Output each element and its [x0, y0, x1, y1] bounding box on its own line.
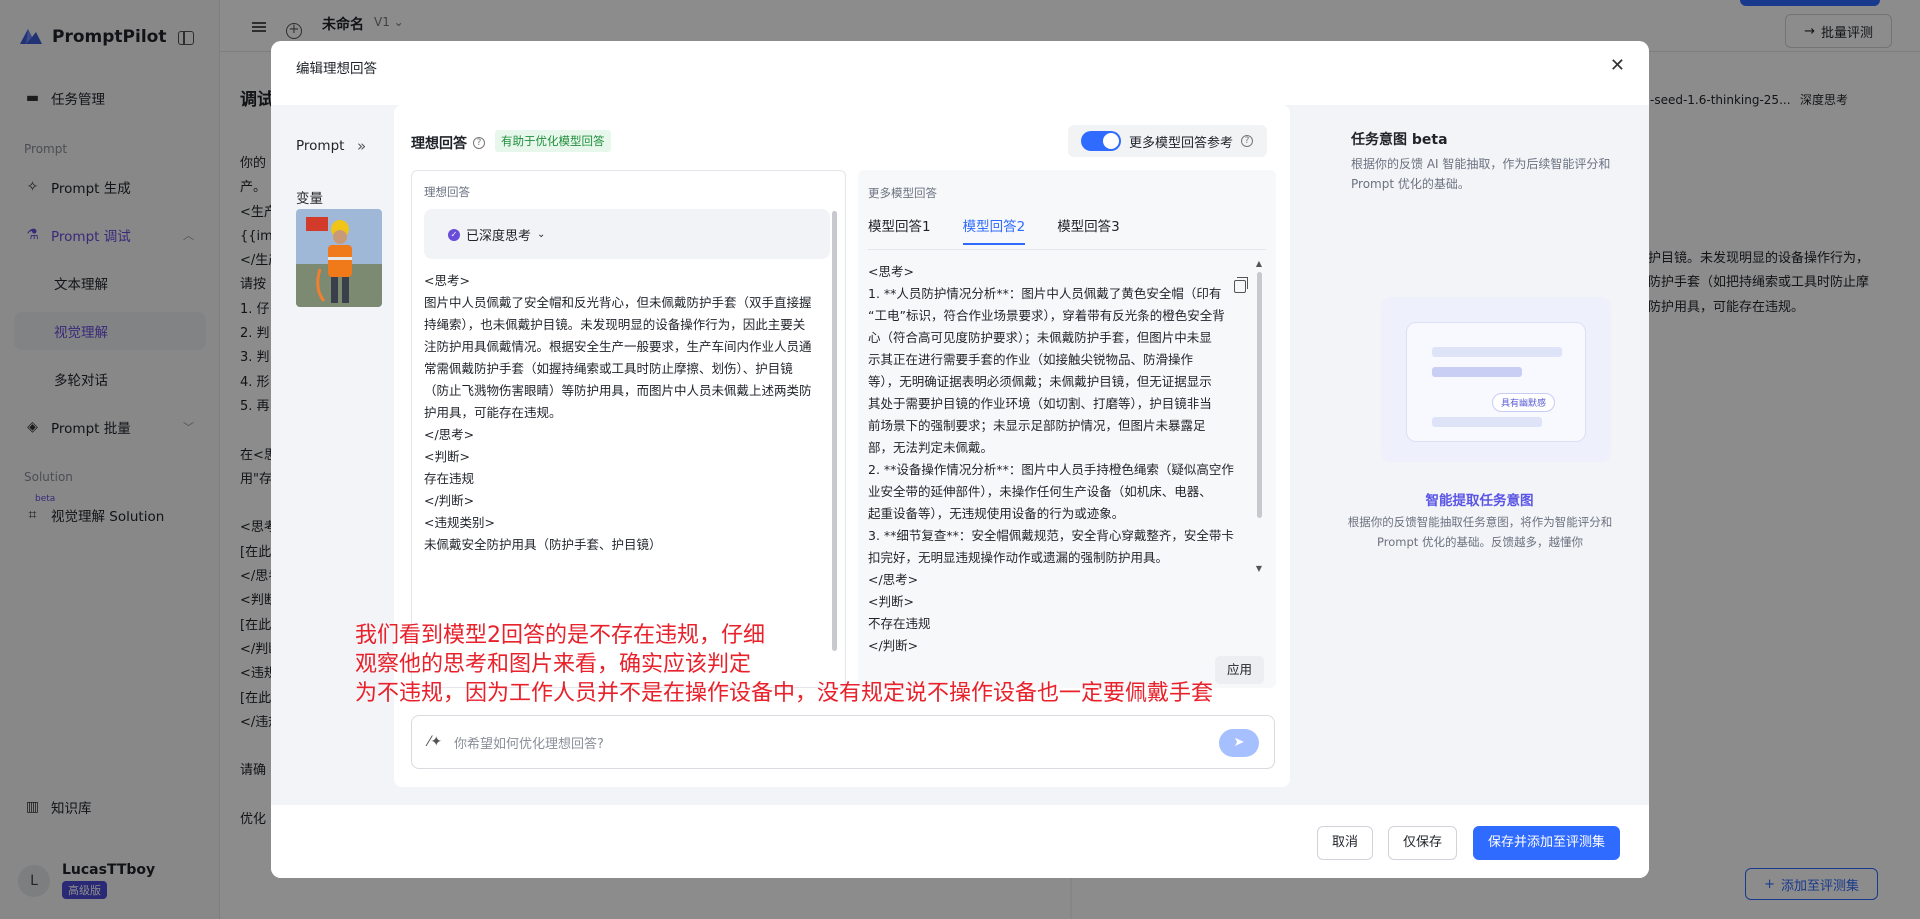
task-intent-illustration: 具有幽默感 [1381, 297, 1611, 462]
magic-wand-icon: ⁄✦ [428, 734, 443, 750]
more-line: 其处于需要护目镜的作业环境（如切割、打磨等），护目镜非当 [868, 396, 1212, 411]
ideal-answer-heading-label: 理想回答 [411, 136, 467, 152]
save-only-button[interactable]: 仅保存 [1388, 826, 1458, 860]
more-line: </思考> [868, 572, 919, 587]
save-and-add-button[interactable]: 保存并添加至评测集 [1473, 826, 1621, 860]
help-icon[interactable]: ? [1241, 135, 1253, 147]
ideal-answer-box[interactable]: 理想回答 ✓ 已深度思考 ⌄ <思考> 图片中人员佩戴了安全帽和反光背心，但未佩戴… [411, 170, 846, 688]
more-line: 起重设备等），无违规使用设备的行为或迹象。 [868, 506, 1125, 521]
more-line: 示其正在进行需要手套的作业（如接触尖锐物品、防滑操作 [868, 352, 1194, 367]
task-intent-subtext: 根据你的反馈智能抽取任务意图，将作为智能评分和 Prompt 优化的基础。反馈越… [1347, 515, 1613, 549]
help-icon[interactable]: ? [473, 137, 485, 149]
more-line: 2. **设备操作情况分析**：图片中人员手持橙色绳索（疑似高空作 [868, 462, 1234, 477]
task-intent-title: 任务意图 beta [1351, 132, 1448, 148]
edit-ideal-answer-modal: 编辑理想回答 ✕ Prompt » 变量 理想回答 ? 有助于优化模型回答 更多… [271, 41, 1649, 878]
variable-image-thumbnail[interactable] [296, 209, 382, 307]
ideal-line: </思考> [424, 427, 475, 442]
red-annotation-text: 我们看到模型2回答的是不存在违规，仔细 观察他的思考和图片来看，确实应该判定为不违… [355, 621, 1213, 708]
ideal-answer-heading: 理想回答 ? [411, 133, 485, 153]
more-line: 部，无法判定未佩戴。 [868, 440, 994, 455]
close-icon[interactable]: ✕ [1610, 55, 1625, 76]
ideal-line: 护用具，可能存在违规。 [424, 405, 562, 420]
modal-title: 编辑理想回答 [296, 61, 377, 77]
tabs-divider [868, 249, 1266, 250]
deep-thinking-collapse[interactable]: ✓ 已深度思考 ⌄ [424, 209, 830, 259]
ideal-line: （防止飞溅物伤害眼睛）等防护用具，而图片中人员未佩戴上述两类防 [424, 383, 812, 398]
intent-chip: 具有幽默感 [1492, 393, 1556, 412]
more-model-answers-box: 更多模型回答 模型回答1 模型回答2 模型回答3 <思考> 1. **人员防护情况… [858, 170, 1276, 688]
more-line: 1. **人员防护情况分析**：图片中人员佩戴了黄色安全帽（印有 [868, 286, 1222, 301]
more-model-answers-switch[interactable] [1080, 131, 1121, 151]
tab-model-answer-3[interactable]: 模型回答3 [1057, 215, 1120, 245]
worker-photo [296, 209, 382, 307]
more-line: 心（符合高可见度防护要求）；未佩戴防护手套，但图片中未显 [868, 330, 1212, 345]
ideal-line: 图片中人员佩戴了安全帽和反光背心，但未佩戴防护手套（双手直接握 [424, 295, 812, 310]
annotation-line: 我们看到模型2回答的是不存在违规，仔细 [355, 623, 765, 648]
helpful-tag: 有助于优化模型回答 [495, 130, 611, 152]
annotation-line: 为不违规，因为工作人员并不是在操作设备中，没有规定说不操作设备也一定要佩戴手套 [355, 681, 1214, 706]
ideal-answer-text[interactable]: <思考> 图片中人员佩戴了安全帽和反光背心，但未佩戴防护手套（双手直接握 持绳索），… [424, 270, 834, 556]
thinking-status-label: 已深度思考 [466, 229, 532, 244]
model-answer-scrollbar[interactable] [1257, 272, 1262, 518]
optimize-placeholder: 你希望如何优化理想回答? [454, 737, 604, 752]
send-button[interactable]: ➤ [1219, 729, 1259, 757]
send-icon: ➤ [1233, 735, 1245, 750]
more-line: 扣完好，无明显违规操作动作或遗漏的强制防护用具。 [868, 550, 1169, 565]
more-line: <思考> [868, 264, 914, 279]
more-line: 等），无明确证据表明必须佩戴；未佩戴护目镜，但无证据显示 [868, 374, 1212, 389]
cancel-button[interactable]: 取消 [1317, 826, 1374, 860]
toggle-label: 更多模型回答参考 [1128, 135, 1233, 151]
scroll-down-icon[interactable]: ▼ [1256, 564, 1262, 573]
variables-label: 变量 [296, 191, 323, 207]
more-line: <判断> [868, 594, 914, 609]
more-answers-box-label: 更多模型回答 [868, 186, 937, 200]
ideal-line: 常需佩戴防护手套（如握持绳索或工具时防止摩擦、划伤）、护目镜 [424, 361, 793, 376]
illustration-card: 具有幽默感 [1406, 322, 1586, 442]
tab-model-answer-2[interactable]: 模型回答2 [962, 215, 1026, 245]
ideal-line: 未佩戴安全防护用具（防护手套、护目镜） [424, 537, 662, 552]
ideal-line: <判断> [424, 449, 470, 464]
tab-model-answer-1[interactable]: 模型回答1 [868, 215, 931, 245]
ideal-line: 注防护用具佩戴情况。根据安全生产一般要求，生产车间内作业人员通 [424, 339, 812, 354]
model-answer-tabs: 模型回答1 模型回答2 模型回答3 [868, 215, 1152, 245]
ideal-answer-box-label: 理想回答 [424, 185, 470, 199]
ideal-scrollbar[interactable] [832, 211, 837, 651]
extract-task-intent-link[interactable]: 智能提取任务意图 [1310, 489, 1649, 509]
more-line: 3. **细节复查**：安全帽佩戴规范，安全背心穿戴整齐，安全带卡 [868, 528, 1234, 543]
more-line: “工电”标识，符合作业场景要求），穿着带有反光条的橙色安全背 [868, 308, 1225, 323]
more-model-answers-toggle-box: 更多模型回答参考 ? [1067, 125, 1267, 157]
ideal-line: 持绳索），也未佩戴护目镜。未发现明显的设备操作行为，因此主要关 [424, 317, 806, 332]
chevron-down-icon: ⌄ [537, 229, 546, 240]
task-intent-panel: 任务意图 beta 根据你的反馈 AI 智能抽取，作为后续智能评分和 Promp… [1310, 105, 1649, 805]
ideal-line: <思考> [424, 273, 470, 288]
ideal-line: <违规类别> [424, 515, 495, 530]
ideal-line: 存在违规 [424, 471, 475, 486]
ideal-line: </判断> [424, 493, 475, 508]
expand-double-chevron-icon[interactable]: » [357, 137, 366, 155]
scroll-up-icon[interactable]: ▲ [1256, 259, 1262, 268]
more-line: 业安全带的延伸部件），未操作任何生产设备（如机床、电器、 [868, 484, 1212, 499]
check-circle-icon: ✓ [448, 228, 460, 241]
task-intent-desc: 根据你的反馈 AI 智能抽取，作为后续智能评分和 Prompt 优化的基础。 [1351, 157, 1611, 191]
apply-button[interactable]: 应用 [1214, 656, 1264, 684]
annotation-line: 观察他的思考和图片来看，确实应该判定 [355, 652, 752, 677]
prompt-label: Prompt [296, 138, 345, 154]
model-answer-text: <思考> 1. **人员防护情况分析**：图片中人员佩戴了黄色安全帽（印有 “工电”… [868, 261, 1248, 657]
more-line: 前场景下的强制要求；未显示足部防护情况，但图片未暴露足 [868, 418, 1206, 433]
optimize-input[interactable]: ⁄✦ 你希望如何优化理想回答? ➤ [411, 715, 1275, 769]
